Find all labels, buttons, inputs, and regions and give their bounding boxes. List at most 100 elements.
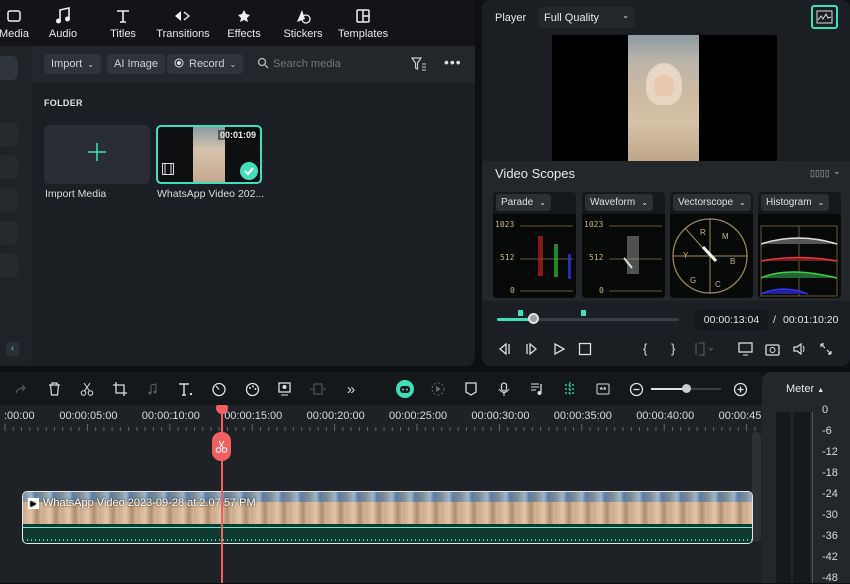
tab-effects[interactable]: Effects (226, 0, 262, 46)
sidebar-item[interactable] (0, 56, 18, 80)
scope-label: Waveform (590, 197, 636, 208)
clip-audio-waveform (23, 524, 752, 543)
crop-icon[interactable] (111, 380, 129, 398)
ai-image-button[interactable]: AI Image (107, 54, 166, 74)
vector-label: C (715, 280, 721, 289)
tab-stickers[interactable]: Stickers (283, 0, 323, 46)
ruler-label: 00:00:40:00 (636, 410, 695, 422)
scope-waveform: Waveform ⌄ 1023 512 0 (582, 192, 665, 298)
sidebar-item[interactable] (0, 155, 18, 179)
volume-icon[interactable] (792, 342, 807, 359)
chevron-down-icon: ⌄ (539, 198, 546, 207)
layout-grid-icon[interactable]: ▯▯▯▯ (810, 168, 830, 179)
text-t-icon (115, 6, 131, 26)
tab-label: Titles (110, 28, 136, 40)
timeline-zoom-fill (651, 388, 686, 390)
tab-media[interactable]: Media (0, 0, 34, 46)
clip-duration: 00:01:09 (218, 130, 259, 140)
parade-select[interactable]: Parade ⌄ (496, 194, 551, 211)
stabilize-icon[interactable] (309, 380, 327, 398)
video-clip-play-icon: ▶ (28, 497, 39, 509)
subject-face (654, 75, 674, 97)
more-options-icon[interactable]: ••• (444, 54, 462, 70)
fullscreen-icon[interactable] (819, 342, 833, 359)
meter-scale-label: 0 (822, 404, 829, 416)
microphone-icon[interactable] (495, 380, 513, 398)
vector-label: Y (683, 251, 689, 260)
sidebar-item[interactable] (0, 254, 18, 278)
vector-label: M (722, 232, 729, 241)
collapse-sidebar-button[interactable]: ‹ (6, 342, 19, 356)
scope-parade: Parade ⌄ 1023 512 0 (493, 192, 576, 298)
import-media-caption: Import Media (45, 188, 107, 200)
timeline-zoom-handle[interactable] (682, 384, 691, 393)
scope-label: Parade (501, 197, 534, 208)
zoom-in-icon[interactable] (731, 380, 749, 398)
snapshot-camera-icon[interactable] (765, 342, 780, 359)
split-scissors-icon[interactable] (78, 380, 96, 398)
sidebar-item[interactable] (0, 122, 18, 146)
fit-timeline-icon[interactable] (594, 380, 612, 398)
ruler-label: 00:00:25:00 (389, 410, 448, 422)
filter-icon[interactable] (410, 57, 427, 74)
tab-templates[interactable]: Templates (338, 0, 388, 46)
text-tool-icon[interactable] (177, 380, 195, 398)
search-icon (257, 57, 269, 72)
display-settings-icon[interactable] (738, 342, 754, 359)
delete-trash-icon[interactable] (45, 380, 63, 398)
more-tools-chevron-icon[interactable]: » (342, 380, 360, 398)
waveform-select[interactable]: Waveform ⌄ (585, 194, 653, 211)
media-sidebar: ‹ (0, 46, 31, 366)
play-icon[interactable] (552, 342, 566, 359)
stop-icon[interactable] (578, 342, 592, 359)
histogram-select[interactable]: Histogram ⌄ (761, 194, 830, 211)
tab-audio[interactable]: Audio (45, 0, 81, 46)
chevron-down-icon[interactable]: ⌄ (833, 166, 841, 177)
marker-shield-icon[interactable] (462, 380, 480, 398)
quality-value: Full Quality (544, 12, 600, 24)
ruler-label: 00:00:15:00 (224, 410, 283, 422)
vectorscope-select[interactable]: Vectorscope ⌄ (673, 194, 751, 211)
mark-in-button[interactable]: { (643, 341, 647, 356)
quality-select[interactable]: Full Quality ⌄ (538, 7, 635, 28)
color-palette-icon[interactable] (243, 380, 261, 398)
previous-frame-icon[interactable] (497, 342, 511, 359)
sidebar-item[interactable] (0, 221, 18, 245)
scopes-toggle-button[interactable] (811, 5, 838, 29)
scope-histogram: Histogram ⌄ (758, 192, 841, 298)
chevron-down-icon: ⌄ (641, 198, 648, 207)
tab-titles[interactable]: Titles (103, 0, 143, 46)
snap-magnet-icon[interactable] (561, 380, 579, 398)
mark-out-marker[interactable] (581, 310, 586, 316)
timeline-vertical-scrollbar[interactable] (752, 432, 761, 542)
next-frame-icon[interactable] (525, 342, 539, 359)
tick-label: 0 (599, 286, 604, 295)
meter-title[interactable]: Meter ▲ (786, 383, 824, 395)
tab-transitions[interactable]: Transitions (155, 0, 211, 46)
split-at-playhead-button[interactable] (212, 432, 231, 461)
record-button[interactable]: Record ⌄ (167, 54, 244, 74)
import-media-card[interactable] (44, 125, 150, 184)
video-clip[interactable]: ▶ WhatsApp Video 2023-09-28 at 2.07.57 P… (22, 491, 753, 544)
auto-render-icon[interactable] (429, 380, 447, 398)
mark-out-button[interactable]: } (671, 341, 675, 356)
speed-icon[interactable] (210, 380, 228, 398)
sidebar-item[interactable] (0, 188, 18, 212)
music-note-icon (55, 6, 71, 26)
redo-icon[interactable] (12, 380, 30, 398)
green-screen-icon[interactable] (276, 380, 294, 398)
ai-copilot-icon[interactable] (396, 380, 414, 398)
film-icon (162, 163, 174, 178)
meter-scale-label: -42 (822, 551, 838, 563)
search-media-input[interactable] (273, 55, 393, 73)
video-clip-card[interactable]: 00:01:09 (156, 125, 262, 184)
import-button[interactable]: Import ⌄ (44, 54, 101, 74)
tick-label: 1023 (495, 220, 515, 229)
stickers-icon (294, 6, 312, 26)
music-list-icon[interactable] (528, 380, 546, 398)
mark-in-marker[interactable] (518, 310, 523, 316)
vector-label: B (730, 257, 736, 266)
zoom-out-icon[interactable] (627, 380, 645, 398)
audio-detach-icon[interactable] (144, 380, 162, 398)
insert-clip-icon[interactable] (694, 342, 716, 359)
